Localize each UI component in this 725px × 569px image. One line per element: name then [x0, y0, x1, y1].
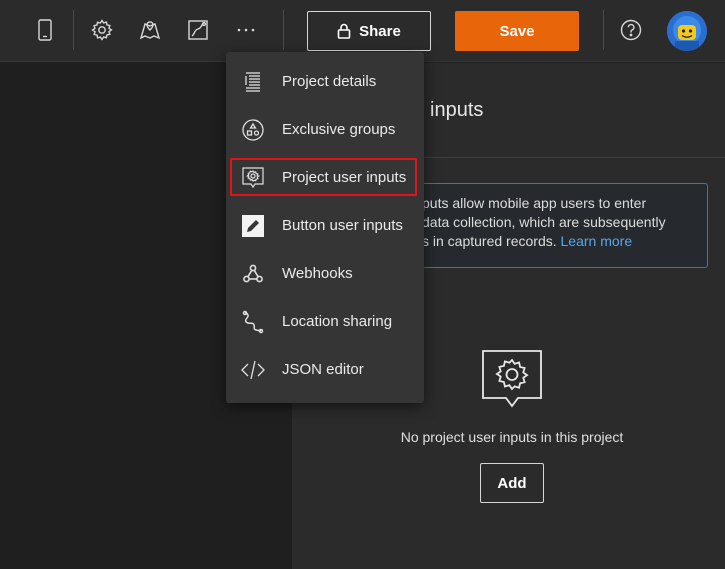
toolbar-divider — [283, 10, 284, 50]
more-menu: Project details Exclusive groups Project… — [226, 52, 424, 403]
shapes-group-icon — [242, 119, 264, 141]
avatar-image — [667, 11, 707, 51]
menu-item-project-details[interactable]: Project details — [226, 62, 424, 102]
more-icon[interactable] — [229, 13, 263, 47]
gear-callout-icon — [482, 350, 542, 408]
menu-item-exclusive-groups[interactable]: Exclusive groups — [226, 110, 424, 150]
toolbar-divider — [73, 10, 74, 50]
menu-item-label: Project user inputs — [282, 169, 407, 186]
learn-more-link[interactable]: Learn more — [561, 233, 633, 249]
menu-item-location-sharing[interactable]: Location sharing — [226, 302, 424, 342]
menu-item-label: Button user inputs — [282, 217, 403, 234]
map-route-icon[interactable] — [181, 13, 215, 47]
lock-icon — [337, 23, 351, 39]
code-brackets-icon — [241, 360, 265, 380]
menu-item-label: Project details — [282, 73, 377, 90]
gear-icon[interactable] — [85, 13, 119, 47]
menu-item-json-editor[interactable]: JSON editor — [226, 350, 424, 390]
location-trail-icon — [242, 310, 264, 334]
add-button[interactable]: Add — [480, 463, 544, 503]
help-icon[interactable] — [614, 13, 648, 47]
info-notice: puts allow mobile app users to enter dat… — [392, 183, 708, 268]
pencil-icon — [242, 215, 264, 237]
menu-item-webhooks[interactable]: Webhooks — [226, 254, 424, 294]
menu-item-label: Webhooks — [282, 265, 353, 282]
avatar[interactable] — [667, 11, 707, 51]
menu-item-project-user-inputs[interactable]: Project user inputs — [226, 158, 424, 198]
menu-item-label: JSON editor — [282, 361, 364, 378]
share-button-label: Share — [359, 22, 401, 40]
document-list-icon — [245, 72, 260, 92]
save-button[interactable]: Save — [455, 11, 579, 51]
webhook-icon — [243, 264, 263, 283]
mobile-device-icon[interactable] — [28, 13, 62, 47]
menu-item-label: Location sharing — [282, 313, 393, 330]
page-title: inputs — [430, 99, 484, 121]
empty-state-message: No project user inputs in this project — [400, 429, 624, 445]
menu-item-label: Exclusive groups — [282, 121, 396, 138]
gear-callout-icon — [242, 167, 264, 189]
menu-item-button-user-inputs[interactable]: Button user inputs — [226, 206, 424, 246]
share-button[interactable]: Share — [307, 11, 431, 51]
toolbar-divider — [603, 10, 604, 50]
map-pin-icon[interactable] — [133, 13, 167, 47]
notice-text: puts allow mobile app users to enter dat… — [422, 195, 666, 249]
